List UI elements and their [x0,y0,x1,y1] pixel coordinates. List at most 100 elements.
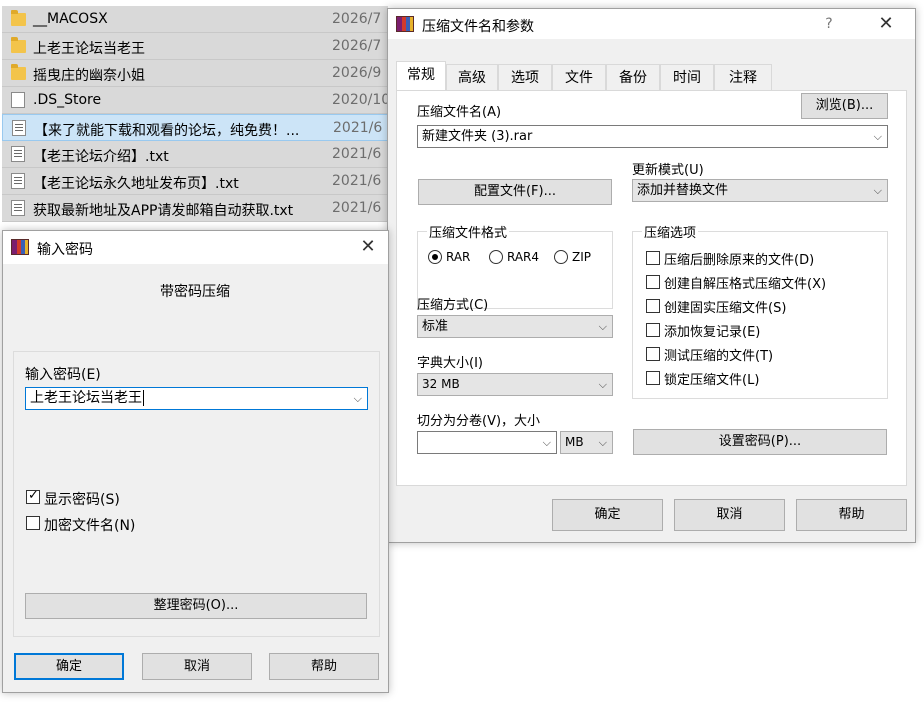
file-row[interactable]: 上老王论坛当老王 2026/7 [2,33,388,60]
file-row[interactable]: 【老王论坛介绍】.txt 2021/6 [2,141,388,168]
chevron-down-icon[interactable]: ⌵ [599,316,607,337]
show-password-checkbox[interactable] [26,488,40,504]
close-icon[interactable]: ✕ [872,13,900,35]
split-unit-value: MB [565,435,584,449]
create-sfx-checkbox[interactable] [646,275,660,289]
show-password-label: 显示密码(S) [44,492,120,508]
browse-button[interactable]: 浏览(B)... [801,93,888,119]
test-files-checkbox[interactable] [646,347,660,361]
winrar-icon [396,16,414,32]
file-row[interactable]: __MACOSX 2026/7 [2,6,388,33]
password-dialog-title: 输入密码 [37,242,93,258]
file-name: 【老王论坛永久地址发布页】.txt [33,176,239,192]
text-file-icon [11,146,25,162]
format-rar-radio[interactable] [428,250,442,264]
tab-backup[interactable]: 备份 [606,64,660,90]
tab-comment[interactable]: 注释 [714,64,772,90]
recovery-record-label: 添加恢复记录(E) [664,325,761,340]
general-tab-page: 压缩文件名(A) 浏览(B)... 新建文件夹 (3).rar ⌵ 更新模式(U… [396,90,907,486]
help-icon[interactable]: ? [819,13,839,35]
file-date: 2026/9 [332,65,382,81]
delete-after-checkbox[interactable] [646,251,660,265]
folder-icon [11,37,26,53]
format-zip-label: ZIP [572,250,591,264]
close-icon[interactable]: ✕ [354,236,382,258]
file-list: __MACOSX 2026/7 上老王论坛当老王 2026/7 摇曳庄的幽奈小姐… [0,0,390,230]
tab-files[interactable]: 文件 [552,64,606,90]
ok-button[interactable]: 确定 [14,653,124,680]
winrar-icon [11,239,29,255]
file-date: 2020/10 [332,92,388,108]
archive-format-label: 压缩文件格式 [427,222,510,241]
test-files-label: 测试压缩的文件(T) [664,349,774,364]
organize-passwords-button[interactable]: 整理密码(O)... [25,593,367,619]
solid-archive-checkbox[interactable] [646,299,660,313]
dictionary-size-select[interactable]: 32 MB ⌵ [417,373,613,396]
password-value: 上老王论坛当老王 [30,390,142,406]
archive-name-input[interactable]: 新建文件夹 (3).rar ⌵ [417,125,888,148]
tab-advanced[interactable]: 高级 [446,64,498,90]
archive-params-dialog: 压缩文件名和参数 ? ✕ 常规 高级 选项 文件 备份 时间 注释 压缩文件名(… [387,8,916,543]
text-cursor [143,390,144,406]
compression-method-label: 压缩方式(C) [417,298,489,313]
chevron-down-icon[interactable]: ⌵ [599,374,607,395]
file-row[interactable]: .DS_Store 2020/10 [2,87,388,114]
chevron-down-icon[interactable]: ⌵ [874,126,882,147]
archive-name-label: 压缩文件名(A) [417,105,502,120]
file-row[interactable]: 获取最新地址及APP请发邮箱自动获取.txt 2021/6 [2,195,388,222]
password-heading: 带密码压缩 [160,284,230,300]
file-date: 2021/6 [332,200,382,216]
tab-options[interactable]: 选项 [498,64,552,90]
encrypt-names-checkbox[interactable] [26,516,40,530]
password-label: 输入密码(E) [25,367,101,383]
lock-archive-label: 锁定压缩文件(L) [664,373,760,388]
file-row-selected[interactable]: 【来了就能下载和观看的论坛，纯免费！... 2021/6 [2,114,388,141]
ok-button[interactable]: 确定 [552,499,663,531]
help-button[interactable]: 帮助 [796,499,907,531]
tab-time[interactable]: 时间 [660,64,714,90]
file-name: __MACOSX [33,11,108,27]
help-button[interactable]: 帮助 [269,653,379,680]
split-volumes-label: 切分为分卷(V)，大小 [417,414,541,429]
archive-dialog-title: 压缩文件名和参数 [422,19,534,35]
file-date: 2026/7 [332,38,382,54]
text-file-icon [11,173,25,189]
text-file-icon [12,120,26,136]
tab-general[interactable]: 常规 [396,61,446,91]
recovery-record-checkbox[interactable] [646,323,660,337]
chevron-down-icon[interactable]: ⌵ [599,432,607,453]
dictionary-size-value: 32 MB [422,377,460,391]
set-password-button[interactable]: 设置密码(P)... [633,429,887,455]
compression-method-select[interactable]: 标准 ⌵ [417,315,613,338]
text-file-icon [11,200,25,216]
file-row[interactable]: 摇曳庄的幽奈小姐 2026/9 [2,60,388,87]
password-input[interactable]: 上老王论坛当老王 ⌵ [25,387,368,410]
format-zip-radio[interactable] [554,250,568,264]
archive-dialog-titlebar: 压缩文件名和参数 ? ✕ [388,9,915,39]
split-unit-select[interactable]: MB ⌵ [560,431,613,454]
update-mode-value: 添加并替换文件 [637,183,729,198]
compression-method-value: 标准 [422,319,449,334]
file-name: 上老王论坛当老王 [33,41,145,57]
chevron-down-icon[interactable]: ⌵ [354,388,362,409]
file-date: 2021/6 [333,120,383,136]
file-name: 【来了就能下载和观看的论坛，纯免费！... [34,123,300,139]
lock-archive-checkbox[interactable] [646,371,660,385]
split-size-input[interactable]: ⌵ [417,431,557,454]
dictionary-size-label: 字典大小(I) [417,356,483,371]
format-rar4-radio[interactable] [489,250,503,264]
file-name: .DS_Store [33,92,102,108]
file-row[interactable]: 【老王论坛永久地址发布页】.txt 2021/6 [2,168,388,195]
profiles-button[interactable]: 配置文件(F)... [418,179,612,205]
update-mode-select[interactable]: 添加并替换文件 ⌵ [632,179,888,202]
file-date: 2021/6 [332,146,382,162]
cancel-button[interactable]: 取消 [142,653,252,680]
solid-archive-label: 创建固实压缩文件(S) [664,301,787,316]
archive-name-value: 新建文件夹 (3).rar [422,129,533,144]
cancel-button[interactable]: 取消 [674,499,785,531]
folder-icon [11,10,26,26]
document-icon [11,92,25,108]
chevron-down-icon[interactable]: ⌵ [543,432,551,453]
chevron-down-icon[interactable]: ⌵ [874,180,882,201]
format-rar-label: RAR [446,250,471,264]
